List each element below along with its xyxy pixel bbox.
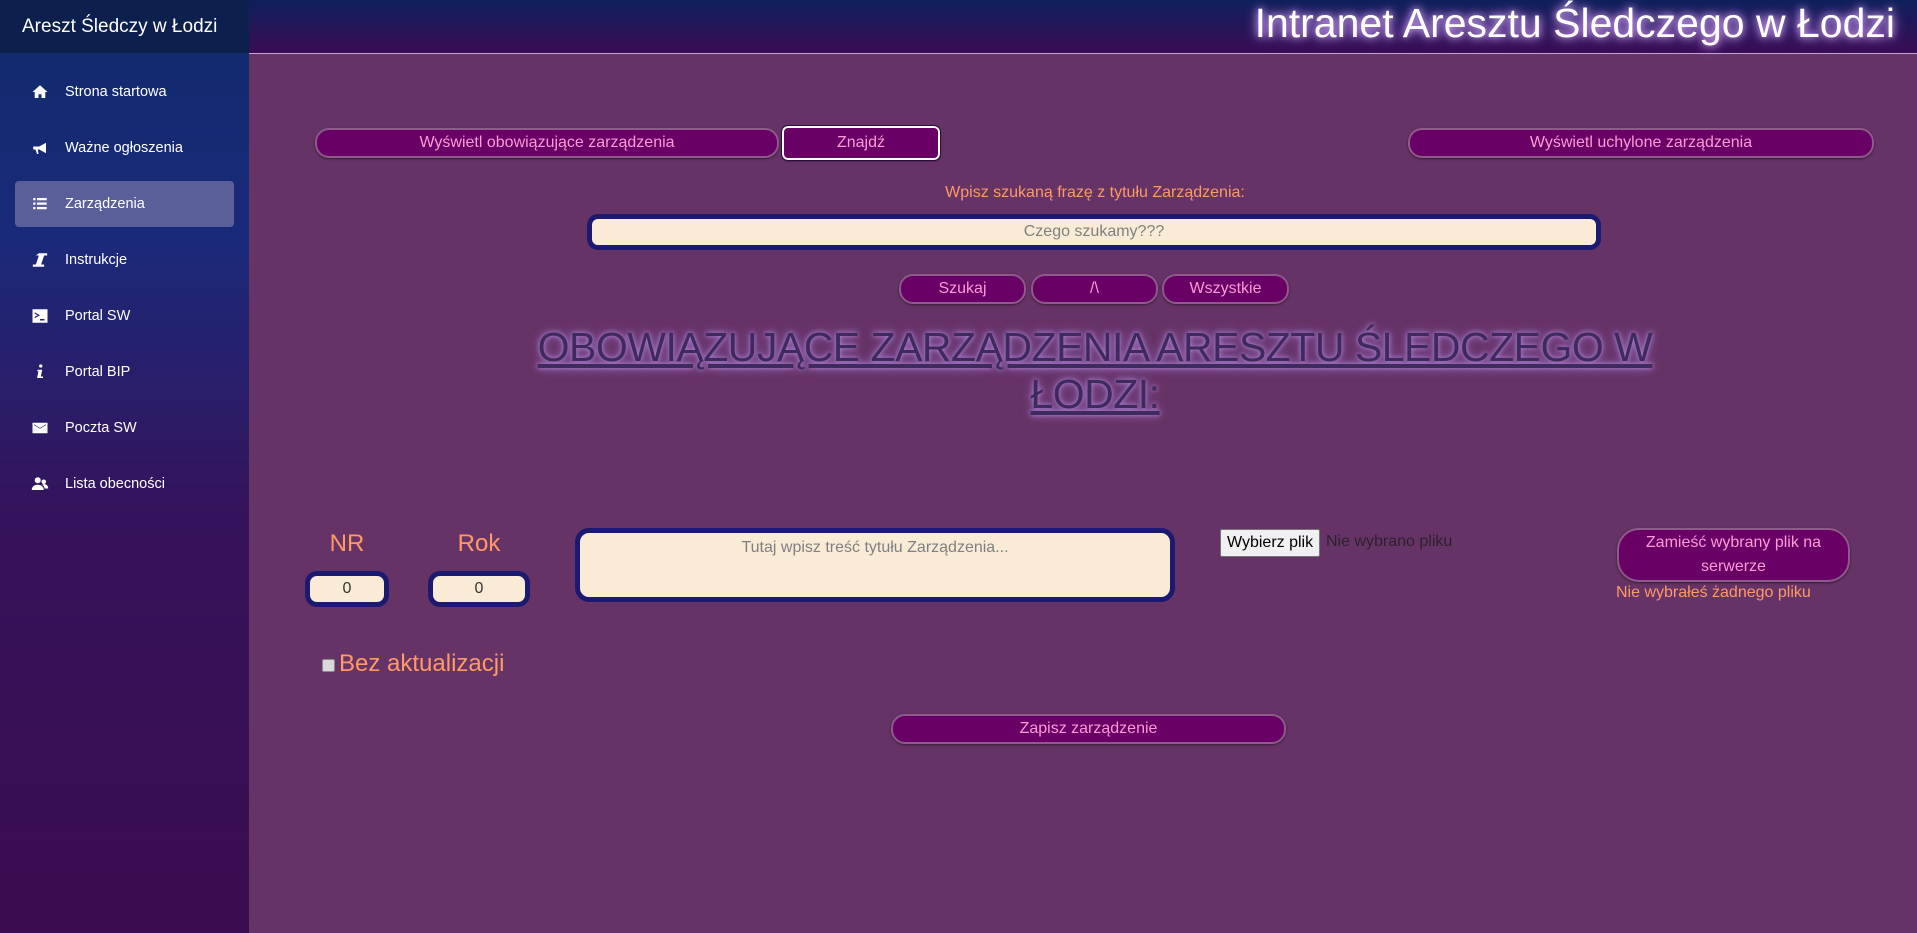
sidebar-item-label: Instrukcje xyxy=(65,252,128,268)
upload-status: Nie wybrałeś żadnego pliku xyxy=(1616,584,1811,601)
show-repealed-button[interactable]: Wyświetl uchylone zarządzenia xyxy=(1408,128,1874,158)
sidebar-item-wazne-ogloszenia[interactable]: Ważne ogłoszenia xyxy=(15,125,234,171)
year-field[interactable] xyxy=(428,571,530,607)
sidebar-item-label: Ważne ogłoszenia xyxy=(65,140,183,156)
sidebar-item-label: Zarządzenia xyxy=(65,196,145,212)
sidebar-item-zarzadzenia[interactable]: Zarządzenia xyxy=(15,181,234,227)
sidebar-item-label: Strona startowa xyxy=(65,84,167,100)
title-textarea[interactable] xyxy=(575,528,1175,602)
top-header: Intranet Aresztu Śledczego w Łodzi xyxy=(249,0,1917,54)
file-status: Nie wybrano pliku xyxy=(1326,533,1453,550)
sidebar-brand[interactable]: Areszt Śledczy w Łodzi xyxy=(0,0,249,53)
nr-field[interactable] xyxy=(305,571,389,607)
no-update-label: Bez aktualizacji xyxy=(339,650,505,677)
show-all-button[interactable]: Wszystkie xyxy=(1162,274,1289,304)
sidebar: Areszt Śledczy w Łodzi Strona startowa W… xyxy=(0,0,249,933)
sidebar-item-portal-sw[interactable]: Portal SW xyxy=(15,293,234,339)
sidebar-item-portal-bip[interactable]: Portal BIP xyxy=(15,349,234,395)
show-current-button[interactable]: Wyświetl obowiązujące zarządzenia xyxy=(315,128,779,158)
sort-button[interactable]: /\ xyxy=(1031,274,1158,304)
sidebar-item-label: Portal BIP xyxy=(65,364,131,380)
search-button[interactable]: Szukaj xyxy=(899,274,1026,304)
nr-label: NR xyxy=(329,530,365,557)
envelope-icon xyxy=(30,418,50,438)
year-label: Rok xyxy=(457,530,501,557)
sidebar-item-instrukcje[interactable]: Instrukcje xyxy=(15,237,234,283)
terminal-icon xyxy=(30,306,50,326)
sidebar-nav: Strona startowa Ważne ogłoszenia Zarządz… xyxy=(0,53,249,507)
megaphone-icon xyxy=(30,138,50,158)
sidebar-item-label: Portal SW xyxy=(65,308,131,324)
no-update-checkbox[interactable] xyxy=(322,659,335,672)
choose-file-button[interactable]: Wybierz plik xyxy=(1220,529,1321,557)
info-icon xyxy=(30,362,50,382)
section-heading: OBOWIĄZUJĄCE ZARZĄDZENIA ARESZTU ŚLEDCZE… xyxy=(537,324,1653,417)
users-icon xyxy=(30,474,50,494)
sidebar-item-lista-obecnosci[interactable]: Lista obecności xyxy=(15,461,234,507)
sidebar-item-poczta-sw[interactable]: Poczta SW xyxy=(15,405,234,451)
sidebar-item-label: Lista obecności xyxy=(65,476,165,492)
find-button[interactable]: Znajdź xyxy=(781,125,941,161)
page-title: Intranet Aresztu Śledczego w Łodzi xyxy=(1254,0,1895,46)
search-label: Wpisz szukaną frazę z tytułu Zarządzenia… xyxy=(945,184,1245,201)
home-icon xyxy=(30,82,50,102)
italic-icon xyxy=(30,250,50,270)
search-input[interactable] xyxy=(587,214,1601,250)
upload-button[interactable]: Zamieść wybrany plik na serwerze xyxy=(1617,528,1850,582)
save-button[interactable]: Zapisz zarządzenie xyxy=(891,714,1286,744)
sidebar-item-label: Poczta SW xyxy=(65,420,137,436)
list-icon xyxy=(30,194,50,214)
sidebar-item-strona-startowa[interactable]: Strona startowa xyxy=(15,69,234,115)
